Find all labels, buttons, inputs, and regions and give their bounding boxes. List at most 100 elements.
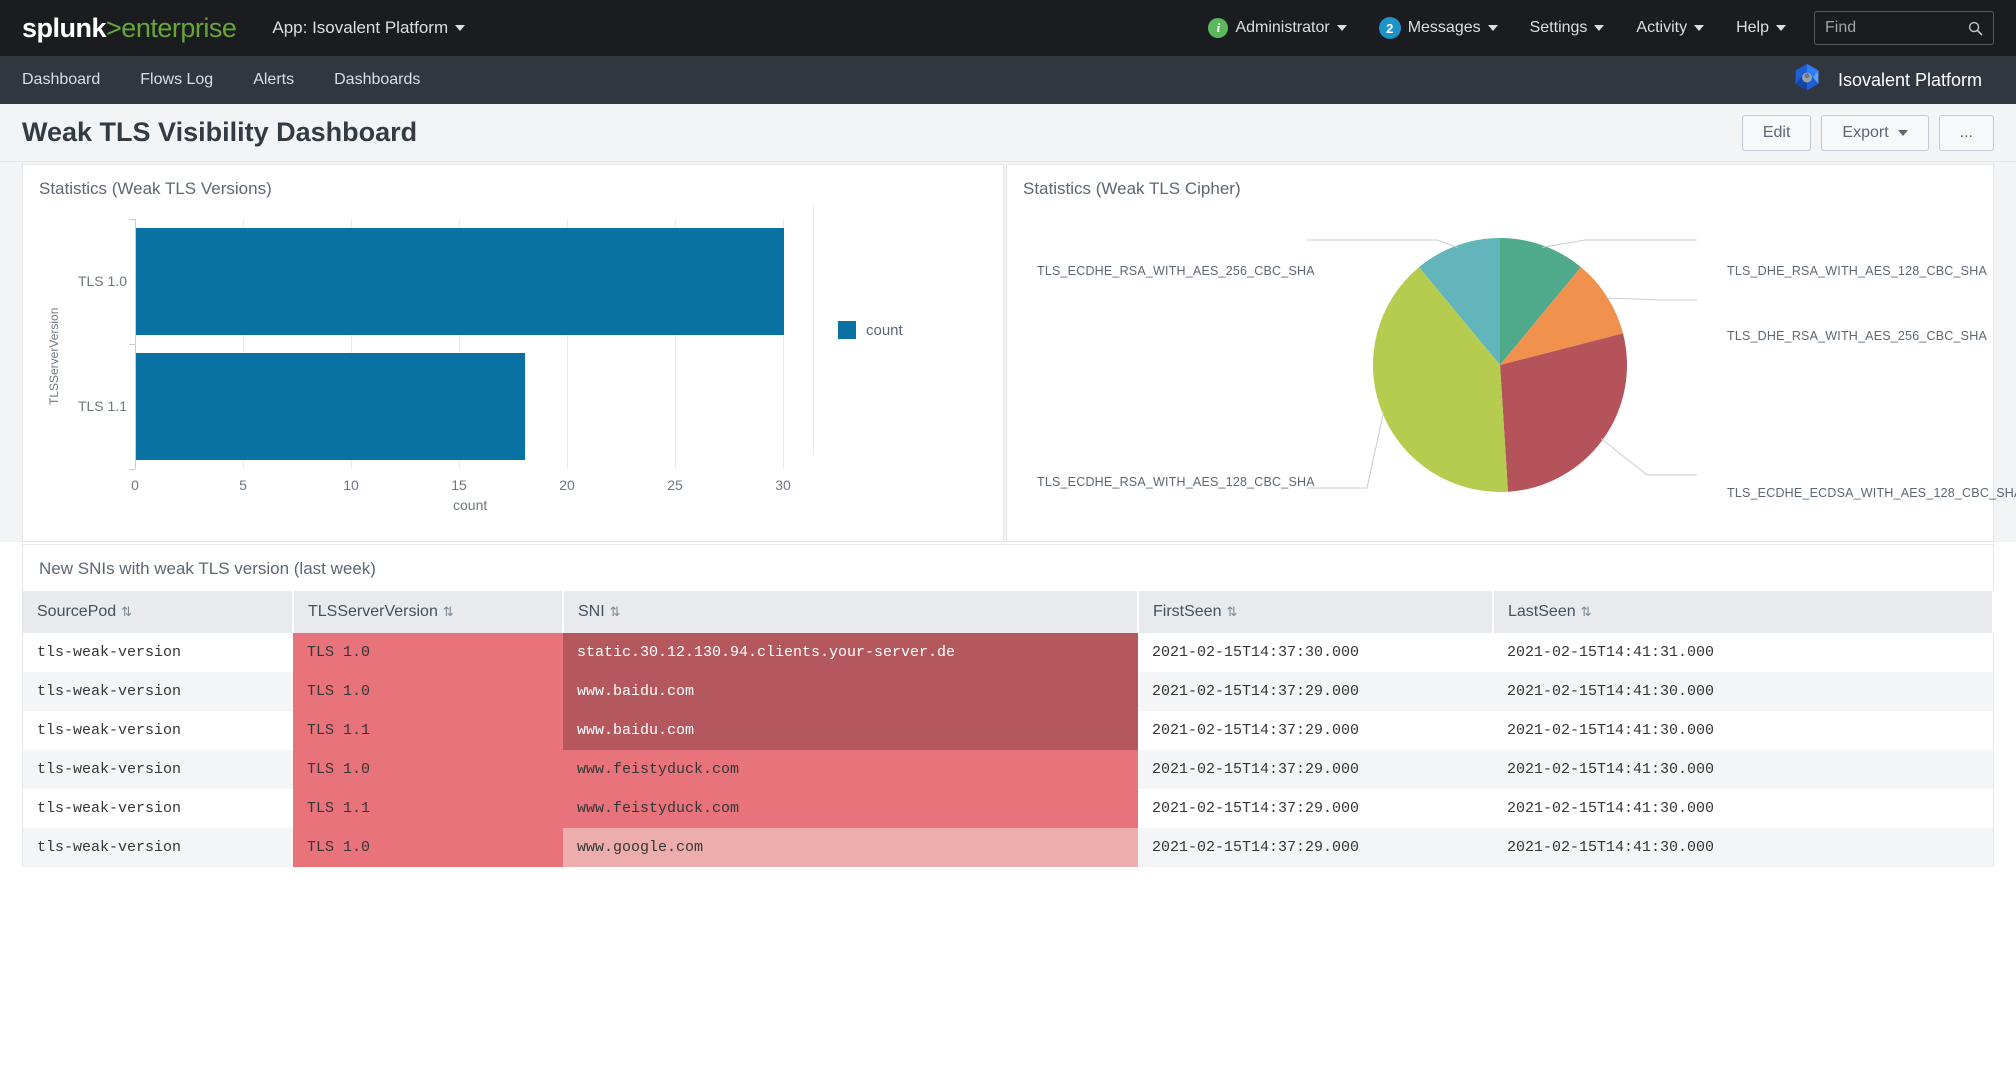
dashboard-panels-row: Statistics (Weak TLS Versions) TLSServer… — [0, 162, 2016, 542]
table-header-row: SourcePod ⇅ TLSServerVersion ⇅ SNI ⇅ FirstS… — [23, 591, 1994, 633]
table-row[interactable]: tls-weak-version TLS 1.0 static.30.12.130.… — [23, 633, 1993, 672]
pie-label-dhe-rsa-aes128: TLS_DHE_RSA_WITH_AES_128_CBC_SHA — [1727, 264, 1987, 278]
chevron-down-icon — [1336, 25, 1347, 31]
snis-table: SourcePod ⇅ TLSServerVersion ⇅ SNI ⇅ FirstS… — [23, 591, 1994, 867]
column-header-tlsserverversion[interactable]: TLSServerVersion ⇅ — [293, 591, 564, 633]
cell-sni: www.baidu.com — [563, 672, 1138, 711]
chevron-down-icon — [1487, 25, 1498, 31]
pie-leader-line — [1307, 239, 1458, 248]
bar-chart: TLSServerVersion count 0 5 10 15 20 25 30 TLS 1… — [23, 205, 1003, 525]
bar-chart-plot-area: 0 5 10 15 20 25 30 TLS 1.0 TLS 1.1 — [78, 219, 791, 493]
logo-gt-text: > — [106, 12, 122, 43]
chevron-down-icon — [1594, 25, 1605, 31]
pie-label-ecdhe-rsa-aes128: TLS_ECDHE_RSA_WITH_AES_128_CBC_SHA — [1037, 475, 1315, 489]
settings-menu[interactable]: Settings — [1514, 0, 1621, 56]
bar-chart-legend: count — [813, 205, 983, 455]
cell-sourcepod: tls-weak-version — [37, 722, 182, 739]
find-box[interactable] — [1814, 11, 1994, 45]
cell-firstseen: 2021-02-15T14:37:29.000 — [1152, 839, 1360, 856]
nav-item-dashboards[interactable]: Dashboards — [314, 56, 440, 104]
table-title: New SNIs with weak TLS version (last wee… — [39, 559, 376, 578]
table-row[interactable]: tls-weak-version TLS 1.0 www.feistyduck.co… — [23, 750, 1993, 789]
edit-button-label: Edit — [1762, 123, 1791, 141]
cell-sni: static.30.12.130.94.clients.your-server.… — [563, 633, 1138, 672]
nav-item-dashboard[interactable]: Dashboard — [22, 56, 120, 104]
logo-splunk-text: splunk — [22, 12, 107, 43]
table-row[interactable]: tls-weak-version TLS 1.0 www.google.com 202… — [23, 828, 1993, 867]
export-button[interactable]: Export — [1821, 114, 1929, 151]
bar-chart-x-tick: 5 — [239, 477, 247, 493]
dashboard-actions: Edit Export ... — [1741, 114, 1994, 151]
search-input[interactable] — [1825, 19, 1968, 37]
activity-label: Activity — [1636, 19, 1688, 36]
column-header-sni[interactable]: SNI ⇅ — [563, 591, 1139, 633]
administrator-menu[interactable]: i Administrator — [1192, 0, 1362, 56]
bar-chart-x-axis-label: count — [453, 497, 488, 513]
app-selector[interactable]: App: Isovalent Platform — [272, 18, 466, 38]
page-title: Weak TLS Visibility Dashboard — [22, 117, 418, 147]
sort-icon: ⇅ — [121, 604, 133, 619]
messages-label: Messages — [1407, 19, 1481, 36]
chevron-down-icon — [455, 25, 466, 31]
bar-chart-tick-mark — [129, 219, 135, 220]
bar-chart-x-tick: 30 — [775, 477, 791, 493]
cell-sni: www.feistyduck.com — [563, 750, 1138, 789]
help-menu[interactable]: Help — [1720, 0, 1802, 56]
chevron-down-icon — [1897, 129, 1908, 136]
cell-lastseen: 2021-02-15T14:41:31.000 — [1507, 644, 1715, 661]
bar-chart-bar[interactable] — [136, 227, 784, 336]
cell-lastseen: 2021-02-15T14:41:30.000 — [1507, 800, 1715, 817]
column-label-sni: SNI — [578, 603, 605, 620]
table-head: SourcePod ⇅ TLSServerVersion ⇅ SNI ⇅ FirstS… — [23, 591, 1994, 633]
top-bar-right-group: i Administrator 2 Messages Settings Acti… — [1192, 0, 1994, 56]
help-label: Help — [1736, 19, 1769, 36]
search-icon — [1968, 21, 1983, 36]
column-header-firstseen[interactable]: FirstSeen ⇅ — [1138, 591, 1494, 633]
activity-menu[interactable]: Activity — [1620, 0, 1720, 56]
more-options-button[interactable]: ... — [1938, 114, 1994, 151]
sort-icon: ⇅ — [609, 604, 621, 619]
pie-label-ecdhe-ecdsa-aes128: TLS_ECDHE_ECDSA_WITH_AES_128_CBC_SHA — [1727, 486, 2016, 500]
info-icon: i — [1208, 18, 1229, 38]
bar-chart-bar[interactable] — [136, 352, 525, 461]
cell-firstseen: 2021-02-15T14:37:29.000 — [1152, 683, 1360, 700]
cell-tlsversion: TLS 1.1 — [293, 789, 563, 828]
messages-menu[interactable]: 2 Messages — [1363, 0, 1514, 56]
chevron-down-icon — [1776, 25, 1786, 31]
splunk-logo[interactable]: splunk>enterprise — [22, 12, 237, 44]
column-header-lastseen[interactable]: LastSeen ⇅ — [1493, 591, 1994, 633]
export-button-label: Export — [1842, 123, 1889, 141]
cell-firstseen: 2021-02-15T14:37:29.000 — [1152, 761, 1360, 778]
pie-chart: TLS_ECDHE_RSA_WITH_AES_256_CBC_SHA TLS_D… — [1007, 205, 2016, 525]
app-brand-label: Isovalent Platform — [1837, 69, 1982, 90]
column-label-sourcepod: SourcePod — [37, 603, 117, 620]
column-label-tlsserverversion: TLSServerVersion — [308, 603, 438, 620]
nav-item-alerts[interactable]: Alerts — [233, 56, 314, 104]
bar-chart-y-axis-label: TLSServerVersion — [47, 307, 61, 405]
pie-leader-line — [1542, 239, 1697, 248]
isovalent-logo-icon — [1795, 63, 1819, 91]
table-body: tls-weak-version TLS 1.0 static.30.12.130.… — [23, 633, 1993, 867]
nav-item-flows-log[interactable]: Flows Log — [120, 56, 233, 104]
legend-swatch-count — [838, 321, 856, 339]
legend-item-count[interactable]: count — [838, 321, 903, 339]
bar-chart-x-tick: 20 — [559, 477, 575, 493]
table-row[interactable]: tls-weak-version TLS 1.1 www.baidu.com 2021… — [23, 711, 1993, 750]
cell-sourcepod: tls-weak-version — [37, 683, 182, 700]
legend-label-count: count — [866, 321, 903, 339]
bar-chart-y-tick: TLS 1.1 — [77, 397, 127, 414]
cell-sni: www.feistyduck.com — [563, 789, 1138, 828]
bar-chart-x-tick: 15 — [451, 477, 467, 493]
table-row[interactable]: tls-weak-version TLS 1.1 www.feistyduck.co… — [23, 789, 1993, 828]
bar-chart-x-tick: 0 — [131, 477, 139, 493]
edit-button[interactable]: Edit — [1741, 114, 1812, 151]
pie-leader-line — [1600, 438, 1697, 476]
app-brand: Isovalent Platform — [1788, 61, 1994, 99]
dashboard-title-row: Weak TLS Visibility Dashboard Edit Expor… — [0, 104, 2016, 162]
cell-sourcepod: tls-weak-version — [37, 761, 182, 778]
column-label-firstseen: FirstSeen — [1153, 603, 1222, 620]
panel-weak-tls-cipher: Statistics (Weak TLS Cipher) TLS_ECDHE_R… — [1006, 164, 2016, 542]
column-header-sourcepod[interactable]: SourcePod ⇅ — [23, 591, 294, 633]
table-row[interactable]: tls-weak-version TLS 1.0 www.baidu.com 2021… — [23, 672, 1993, 711]
bar-chart-tick-mark — [129, 344, 135, 345]
